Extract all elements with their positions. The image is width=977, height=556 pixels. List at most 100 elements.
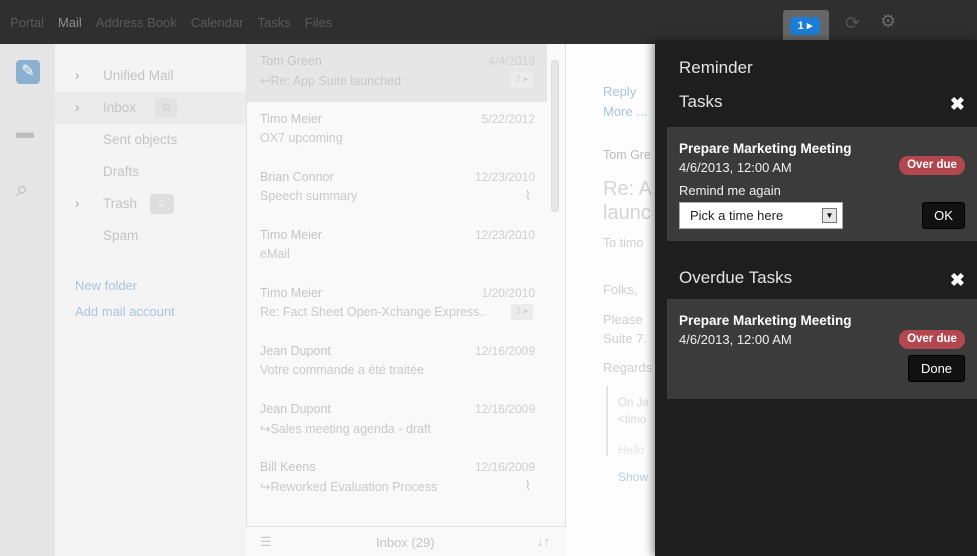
mail-date: 1/20/2010: [481, 286, 535, 300]
paperclip-icon: ⌇: [524, 478, 531, 493]
preview-greeting: Folks,: [603, 282, 638, 297]
folder-label: Sent objects: [103, 132, 178, 147]
overdue-badge: Over due: [899, 330, 965, 349]
remind-again-label: Remind me again: [679, 183, 781, 198]
folder-spam[interactable]: Spam: [55, 220, 246, 252]
task-reminder-card: Prepare Marketing Meeting 4/6/2013, 12:0…: [667, 127, 977, 241]
mail-subject: Speech summary: [260, 189, 358, 203]
quote-line-1: On Ja: [618, 397, 649, 409]
remind-time-value: Pick a time here: [690, 208, 784, 223]
overdue-badge: Over due: [899, 156, 965, 175]
preview-sender: Tom Gre: [603, 148, 651, 162]
mail-date: 12/23/2010: [474, 170, 535, 184]
compose-pencil-icon[interactable]: ✎: [16, 60, 40, 84]
search-icon[interactable]: ⌕: [16, 176, 40, 201]
mail-list-item[interactable]: Timo Meier 5/22/2012 OX7 upcoming: [247, 102, 547, 160]
sort-arrows-icon[interactable]: ↓↑: [537, 534, 550, 549]
mail-subject: ↩Re: App Suite launched: [260, 74, 402, 88]
nav-mail[interactable]: Mail: [58, 15, 82, 30]
reminder-panel: Reminder Tasks ✖ Prepare Marketing Meeti…: [655, 40, 977, 556]
mail-sender: Timo Meier: [260, 286, 323, 300]
mail-date: 5/22/2012: [481, 112, 535, 126]
folder-drafts[interactable]: Drafts: [55, 156, 246, 188]
mail-date: 4/4/2013: [488, 54, 535, 68]
mail-list-footer: ☰ Inbox (29) ↓↑: [246, 526, 566, 556]
mail-list-item[interactable]: Brian Connor 12/23/2010 Speech summary ⌇: [247, 160, 547, 218]
mail-date: 12/16/2009: [474, 460, 535, 474]
overdue-tasks-header: Overdue Tasks: [679, 268, 793, 287]
thread-count-badge[interactable]: 2 ▸: [511, 72, 533, 88]
chevron-right-icon[interactable]: ›: [75, 92, 80, 124]
preview-body-2: Suite 7.: [603, 331, 648, 346]
mail-list-item[interactable]: Jean Dupont 12/16/2009 ↪Sales meeting ag…: [247, 392, 547, 450]
mail-sender: Brian Connor: [260, 170, 334, 184]
left-toolbar: ✎ ▬ ⌕: [0, 44, 55, 556]
task-title: Prepare Marketing Meeting: [679, 141, 852, 156]
folder-gear-icon[interactable]: ⚙: [155, 98, 177, 118]
folder-label: Unified Mail: [103, 68, 174, 83]
mail-subject: Re: Fact Sheet Open-Xchange Express...: [260, 305, 485, 319]
mail-list-item[interactable]: Jean Dupont 12/16/2009 Votre commande a …: [247, 334, 547, 392]
mail-list-item[interactable]: Tom Green 4/4/2013 ↩Re: App Suite launch…: [247, 44, 547, 102]
reply-link[interactable]: Reply: [603, 84, 636, 99]
chevron-down-icon[interactable]: ▼: [822, 208, 837, 223]
task-title: Prepare Marketing Meeting: [679, 313, 852, 328]
mail-subject: OX7 upcoming: [260, 131, 343, 145]
chevron-right-icon[interactable]: ›: [75, 188, 80, 220]
mail-subject: eMail: [260, 247, 290, 261]
ok-button[interactable]: OK: [922, 202, 965, 229]
settings-gear-icon[interactable]: ⚙: [880, 12, 896, 30]
mail-list-scrollbar[interactable]: [551, 60, 559, 212]
folder-icon[interactable]: ▬: [16, 122, 40, 146]
task-due-date: 4/6/2013, 12:00 AM: [679, 160, 792, 175]
close-icon[interactable]: ✖: [950, 94, 965, 115]
folder-sent-objects[interactable]: Sent objects: [55, 124, 246, 156]
mail-date: 12/23/2010: [474, 228, 535, 242]
preview-to: To timo: [603, 236, 644, 250]
show-quote-link[interactable]: Show: [618, 470, 648, 484]
current-folder-label: Inbox (29): [376, 535, 435, 550]
notification-button[interactable]: 1 ▸: [783, 10, 829, 44]
nav-address-book[interactable]: Address Book: [96, 15, 177, 30]
mail-list-item[interactable]: Timo Meier 12/23/2010 eMail: [247, 218, 547, 276]
remind-time-select[interactable]: Pick a time here ▼: [679, 202, 843, 229]
task-due-date: 4/6/2013, 12:00 AM: [679, 332, 792, 347]
mail-subject: ↪Sales meeting agenda - draft: [260, 422, 431, 436]
unread-count-badge: 2: [150, 194, 174, 214]
nav-files[interactable]: Files: [305, 15, 332, 30]
folder-inbox[interactable]: › Inbox ⚙: [55, 92, 246, 124]
mail-list-item[interactable]: Timo Meier 1/20/2010 Re: Fact Sheet Open…: [247, 276, 547, 334]
refresh-icon[interactable]: ⟳: [845, 14, 863, 32]
nav-tasks[interactable]: Tasks: [258, 15, 291, 30]
notification-count: 1 ▸: [790, 17, 820, 35]
quote-bar: [606, 386, 608, 456]
top-nav: Portal Mail Address Book Calendar Tasks …: [0, 0, 346, 44]
overdue-task-card: Prepare Marketing Meeting 4/6/2013, 12:0…: [667, 299, 977, 399]
folder-label: Inbox: [103, 100, 137, 115]
add-mail-account-link[interactable]: Add mail account: [75, 304, 175, 319]
nav-calendar[interactable]: Calendar: [191, 15, 244, 30]
mail-sender: Tom Green: [260, 54, 322, 68]
preview-regards: Regards: [603, 360, 653, 375]
reminder-title: Reminder: [679, 58, 753, 77]
mail-list: Tom Green 4/4/2013 ↩Re: App Suite launch…: [246, 44, 566, 556]
folder-label: Drafts: [103, 164, 140, 179]
chevron-right-icon[interactable]: ›: [75, 60, 80, 92]
mail-sender: Bill Keens: [260, 460, 316, 474]
preview-subject-line-1: Re: A: [603, 178, 652, 200]
more-link[interactable]: More ...: [603, 104, 647, 119]
folder-trash[interactable]: › Trash 2: [55, 188, 246, 220]
mail-preview: Reply More ... Tom Gre Re: A launc To ti…: [566, 44, 656, 556]
folder-unified-mail[interactable]: › Unified Mail: [55, 60, 246, 92]
mail-list-item[interactable]: Bill Keens 12/16/2009 ↪Reworked Evaluati…: [247, 450, 547, 508]
mail-subject: Votre commande a été traitée: [260, 363, 424, 377]
close-icon[interactable]: ✖: [950, 270, 965, 291]
thread-count-badge[interactable]: 3 ▸: [511, 304, 533, 320]
new-folder-link[interactable]: New folder: [75, 278, 137, 293]
done-button[interactable]: Done: [908, 355, 965, 382]
mail-subject: ↪Reworked Evaluation Process: [260, 480, 438, 494]
mail-date: 12/16/2009: [474, 402, 535, 416]
quote-line-2: <timo: [618, 414, 647, 426]
list-view-icon[interactable]: ☰: [260, 534, 272, 550]
nav-portal[interactable]: Portal: [10, 15, 44, 30]
